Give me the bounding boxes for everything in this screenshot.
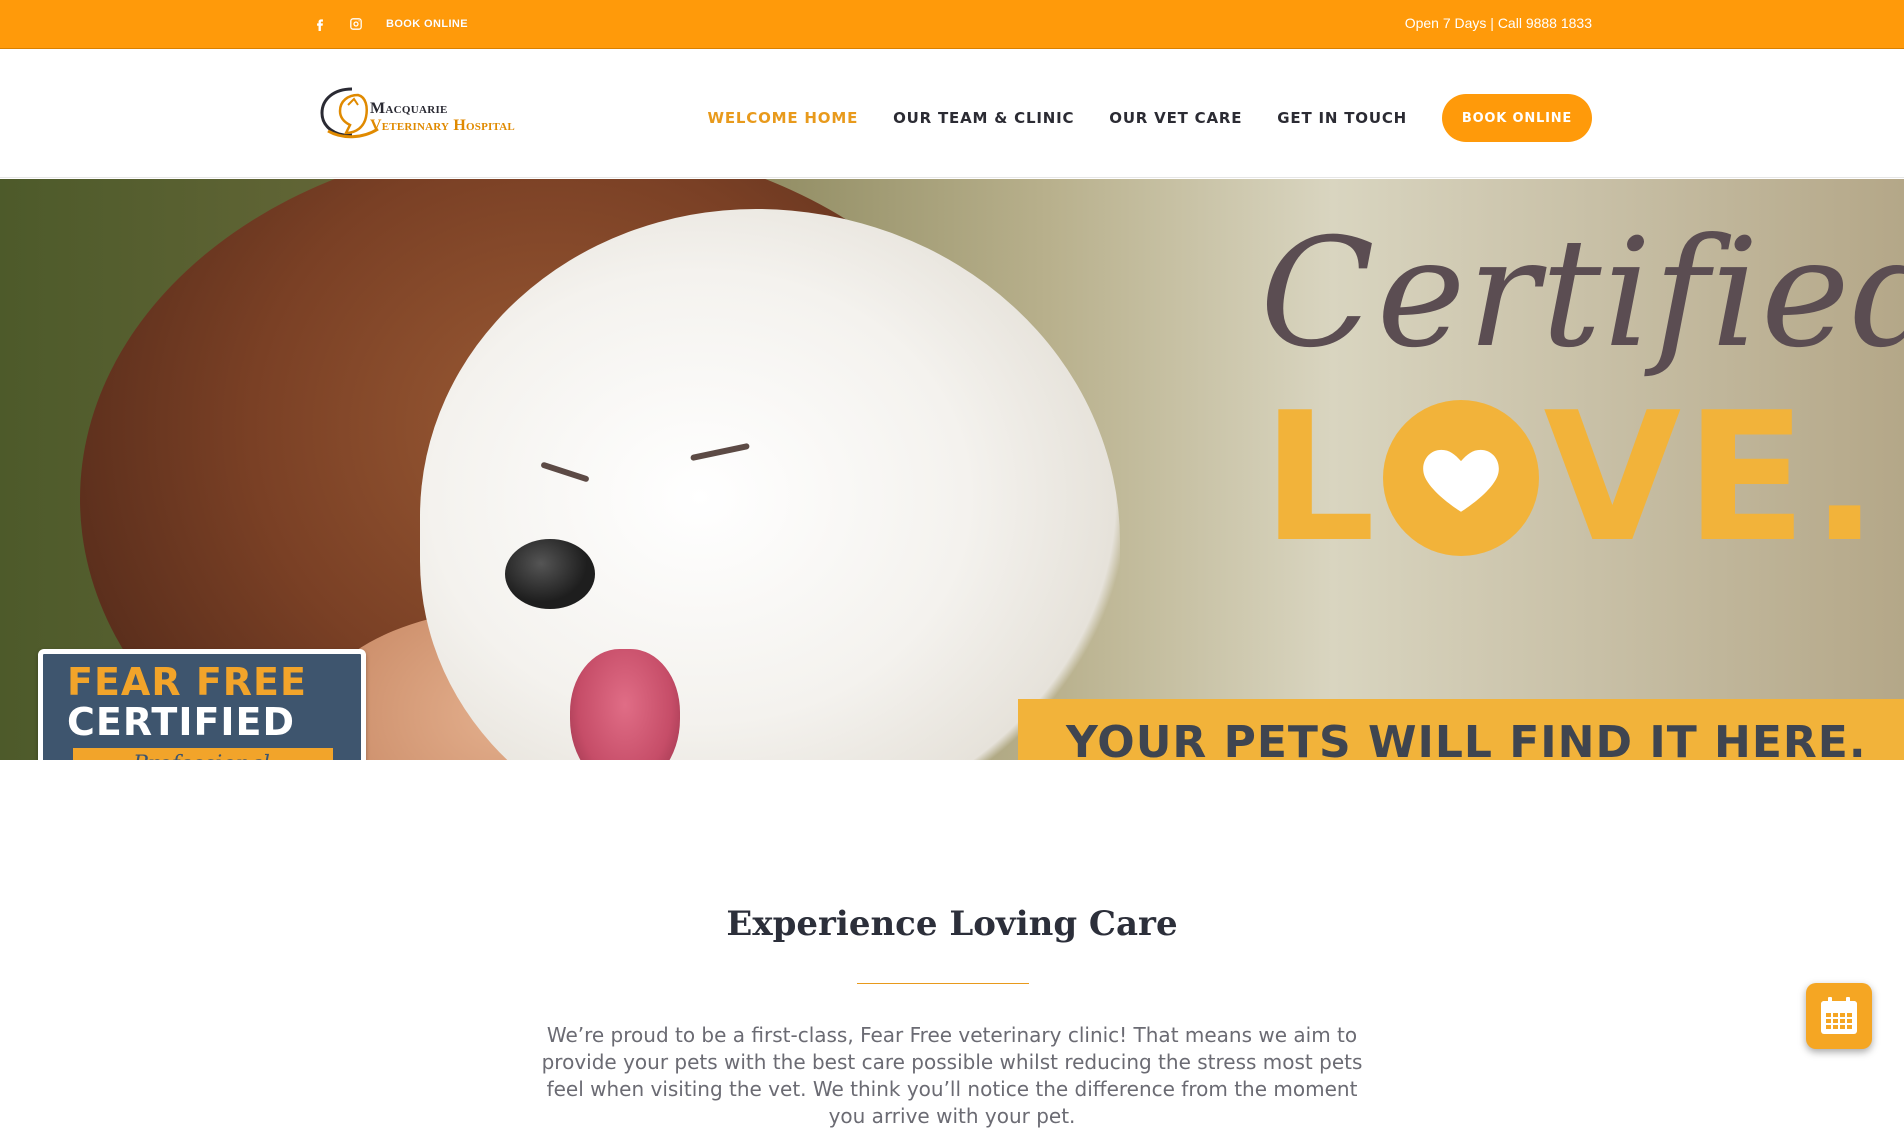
hero-banner: Certified L VE. YOUR PETS WILL FIND IT H… bbox=[0, 179, 1904, 760]
site-header: Macquarie Veterinary Hospital WELCOME HO… bbox=[0, 50, 1904, 178]
main-nav: WELCOME HOME OUR TEAM & CLINIC OUR VET C… bbox=[673, 94, 1592, 142]
hero-dog-nose bbox=[505, 539, 595, 609]
booking-calendar-button[interactable] bbox=[1806, 983, 1872, 1049]
hero-dog-mouth bbox=[570, 649, 680, 760]
section-title: Experience Loving Care bbox=[726, 904, 1178, 944]
section-divider bbox=[857, 983, 1029, 984]
fear-free-badge: FEAR FREE CERTIFIED Professional bbox=[38, 649, 366, 760]
badge-ribbon: Professional bbox=[73, 748, 333, 760]
nav-welcome-home[interactable]: WELCOME HOME bbox=[708, 109, 859, 127]
nav-our-vet-care[interactable]: OUR VET CARE bbox=[1109, 109, 1242, 127]
nav-our-team-clinic[interactable]: OUR TEAM & CLINIC bbox=[893, 109, 1074, 127]
instagram-icon[interactable] bbox=[348, 16, 364, 32]
calendar-icon bbox=[1821, 997, 1857, 1034]
logo-text: Macquarie Veterinary Hospital bbox=[370, 101, 515, 134]
badge-line-2: CERTIFIED bbox=[67, 700, 296, 744]
book-online-button[interactable]: BOOK ONLINE bbox=[1442, 94, 1592, 142]
love-letter-l: L bbox=[1262, 374, 1380, 581]
site-logo[interactable]: Macquarie Veterinary Hospital bbox=[318, 84, 558, 144]
hero-tagline: YOUR PETS WILL FIND IT HERE. bbox=[1066, 717, 1867, 760]
section-paragraph: We’re proud to be a first-class, Fear Fr… bbox=[541, 1023, 1363, 1128]
nav-get-in-touch[interactable]: GET IN TOUCH bbox=[1277, 109, 1407, 127]
hero-tagline-band: YOUR PETS WILL FIND IT HERE. bbox=[1018, 699, 1904, 760]
badge-line-3: Professional bbox=[133, 752, 270, 760]
logo-line-1: Macquarie bbox=[370, 100, 448, 117]
opening-hours-text: Open 7 Days | Call 9888 1833 bbox=[1404, 15, 1592, 31]
top-book-online-link[interactable]: BOOK ONLINE bbox=[386, 18, 468, 30]
hero-dog-image bbox=[420, 209, 1120, 760]
facebook-icon[interactable] bbox=[312, 16, 328, 32]
badge-line-1: FEAR FREE bbox=[67, 660, 307, 704]
heart-icon bbox=[1383, 400, 1540, 556]
hero-certified-text: Certified bbox=[1260, 207, 1904, 381]
love-letters-ve: VE. bbox=[1543, 374, 1883, 581]
top-bar: BOOK ONLINE Open 7 Days | Call 9888 1833 bbox=[0, 0, 1904, 49]
hero-love-text: L VE. bbox=[1262, 389, 1882, 567]
top-bar-left: BOOK ONLINE bbox=[312, 16, 468, 32]
logo-line-2: Veterinary Hospital bbox=[370, 117, 515, 134]
